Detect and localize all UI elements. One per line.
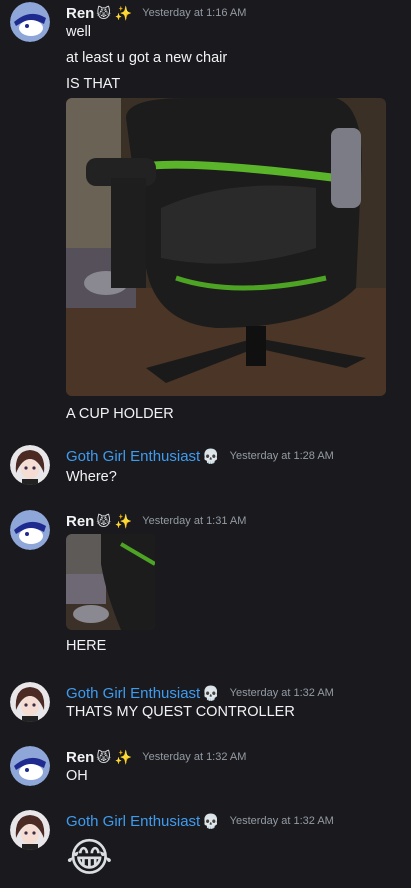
user-badges: 💀 <box>202 447 220 464</box>
ren-avatar[interactable] <box>10 2 50 42</box>
username[interactable]: Goth Girl Enthusiast <box>66 685 200 702</box>
goth-avatar[interactable] <box>10 682 50 722</box>
timestamp: Yesterday at 1:28 AM <box>229 450 334 462</box>
username[interactable]: Ren <box>66 513 94 530</box>
user-badges: 😾 ✨ <box>96 4 133 21</box>
timestamp: Yesterday at 1:32 AM <box>142 751 247 763</box>
message-text: A CUP HOLDER <box>66 406 174 422</box>
timestamp: Yesterday at 1:32 AM <box>229 687 334 699</box>
username[interactable]: Goth Girl Enthusiast <box>66 448 200 465</box>
message-text: OH <box>66 768 88 784</box>
username[interactable]: Ren <box>66 749 94 766</box>
message-text: THATS MY QUEST CONTROLLER <box>66 704 295 720</box>
timestamp: Yesterday at 1:16 AM <box>142 7 247 19</box>
user-badges: 😾 ✨ <box>96 748 133 765</box>
timestamp: Yesterday at 1:32 AM <box>229 815 334 827</box>
goth-avatar[interactable] <box>10 445 50 485</box>
goth-avatar[interactable] <box>10 810 50 850</box>
message-text: IS THAT <box>66 76 121 92</box>
controller-photo[interactable] <box>66 534 155 630</box>
user-badges: 💀 <box>202 684 220 701</box>
message-text: at least u got a new chair <box>66 50 228 66</box>
message-text: Where? <box>66 469 117 485</box>
username[interactable]: Ren <box>66 5 94 22</box>
chair-photo[interactable] <box>66 98 386 396</box>
laughing-emoji: 😂 <box>66 836 113 880</box>
ren-avatar[interactable] <box>10 746 50 786</box>
user-badges: 💀 <box>202 812 220 829</box>
user-badges: 😾 ✨ <box>96 512 133 529</box>
message-text: HERE <box>66 638 107 654</box>
username[interactable]: Goth Girl Enthusiast <box>66 813 200 830</box>
message-text: well <box>66 24 91 40</box>
ren-avatar[interactable] <box>10 510 50 550</box>
timestamp: Yesterday at 1:31 AM <box>142 515 247 527</box>
